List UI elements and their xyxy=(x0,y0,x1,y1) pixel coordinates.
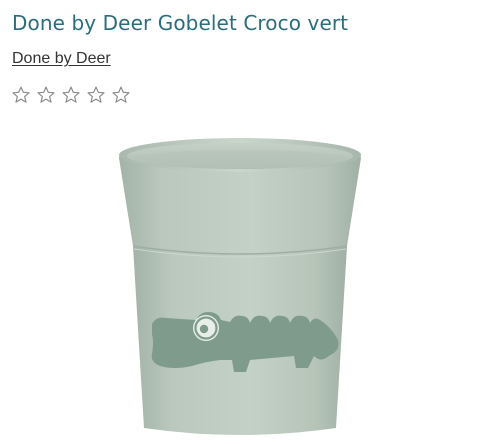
star-icon[interactable] xyxy=(36,85,56,105)
product-image[interactable] xyxy=(100,128,380,448)
brand-link[interactable]: Done by Deer xyxy=(12,48,111,70)
product-page: Done by Deer Gobelet Croco vert Done by … xyxy=(0,0,480,448)
star-icon[interactable] xyxy=(61,85,81,105)
product-title: Done by Deer Gobelet Croco vert xyxy=(12,11,349,35)
star-rating xyxy=(11,85,131,105)
star-icon[interactable] xyxy=(86,85,106,105)
star-icon[interactable] xyxy=(11,85,31,105)
star-icon[interactable] xyxy=(111,85,131,105)
